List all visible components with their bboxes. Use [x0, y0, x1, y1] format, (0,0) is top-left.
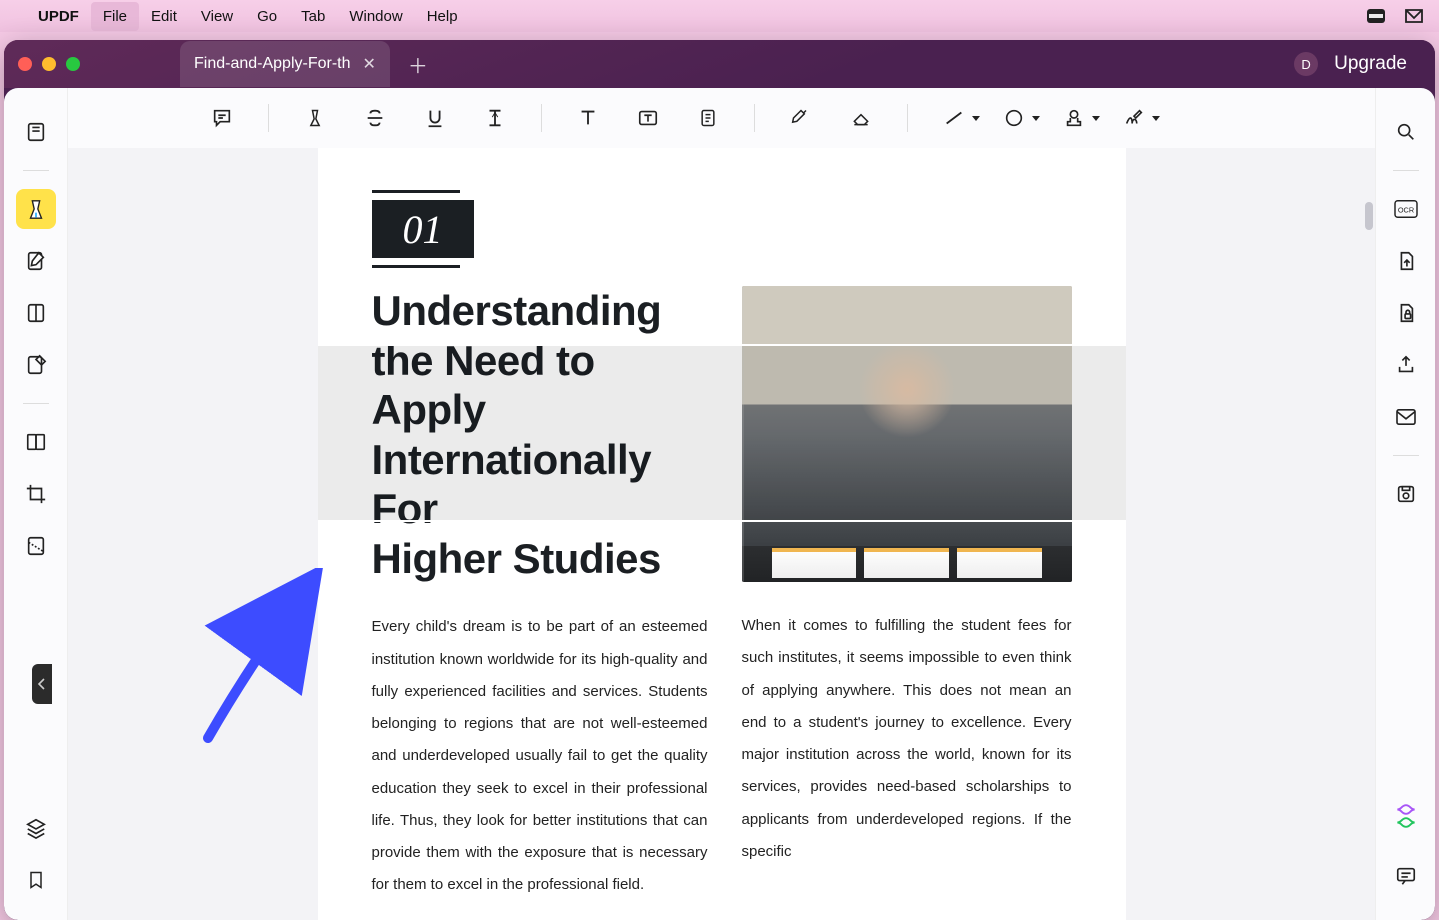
tray-item-1-icon[interactable] [1365, 7, 1387, 25]
close-window-button[interactable] [18, 57, 32, 71]
bookmark-icon[interactable] [16, 860, 56, 900]
menu-edit[interactable]: Edit [151, 8, 177, 25]
menu-go[interactable]: Go [257, 8, 277, 25]
tray-item-2-icon[interactable] [1403, 7, 1425, 25]
redact-icon[interactable] [16, 526, 56, 566]
search-icon[interactable] [1386, 112, 1426, 152]
close-tab-icon[interactable]: ✕ [363, 54, 376, 74]
page-title: Understanding the Need to Apply Internat… [372, 286, 708, 583]
text-icon[interactable] [574, 104, 602, 132]
strikethrough-icon[interactable] [361, 104, 389, 132]
body-paragraph-1: Every child's dream is to be part of an … [372, 611, 708, 901]
save-icon[interactable] [1386, 474, 1426, 514]
macos-menubar: UPDF File Edit View Go Tab Window Help [0, 0, 1439, 32]
document-page: 01 Understanding the Need to Apply Inter… [318, 148, 1126, 920]
underline-icon[interactable] [421, 104, 449, 132]
crop-icon[interactable] [16, 474, 56, 514]
note-icon[interactable] [694, 104, 722, 132]
line-icon[interactable] [940, 104, 968, 132]
comment-icon[interactable] [208, 104, 236, 132]
new-tab-button[interactable]: ＋ [408, 50, 428, 79]
minimize-window-button[interactable] [42, 57, 56, 71]
left-sidebar [4, 88, 68, 920]
shape-circle-icon[interactable] [1000, 104, 1028, 132]
right-sidebar: OCR [1375, 88, 1435, 920]
menubar-tray [1365, 7, 1425, 25]
scrollbar-thumb[interactable] [1365, 202, 1373, 230]
titlebar: Find-and-Apply-For-th ✕ ＋ D Upgrade [4, 40, 1435, 88]
document-image-1 [742, 286, 1072, 582]
body-paragraph-2: When it comes to fulfilling the student … [742, 610, 1072, 868]
highlight-tool-icon[interactable] [301, 104, 329, 132]
text-style-icon[interactable] [481, 104, 509, 132]
upgrade-button[interactable]: Upgrade [1334, 53, 1407, 75]
page-layout-icon[interactable] [16, 293, 56, 333]
avatar[interactable]: D [1294, 52, 1318, 76]
layers-icon[interactable] [16, 808, 56, 848]
sidebar-collapse-handle[interactable] [32, 664, 52, 704]
email-icon[interactable] [1386, 397, 1426, 437]
main-area: 01 Understanding the Need to Apply Inter… [68, 88, 1375, 920]
protect-lock-icon[interactable] [1386, 293, 1426, 333]
chapter-number: 01 [403, 206, 443, 253]
menu-window[interactable]: Window [349, 8, 402, 25]
document-tab[interactable]: Find-and-Apply-For-th ✕ [180, 41, 390, 87]
chat-icon[interactable] [1386, 856, 1426, 896]
menu-tab[interactable]: Tab [301, 8, 325, 25]
avatar-letter: D [1301, 57, 1310, 72]
textbox-icon[interactable] [634, 104, 662, 132]
svg-text:OCR: OCR [1397, 206, 1413, 215]
annotation-arrow-icon [188, 568, 338, 748]
eraser-icon[interactable] [847, 104, 875, 132]
zoom-window-button[interactable] [66, 57, 80, 71]
edit-page-icon[interactable] [16, 345, 56, 385]
app-name[interactable]: UPDF [38, 8, 79, 25]
pencil-icon[interactable] [787, 104, 815, 132]
highlighter-icon[interactable] [16, 189, 56, 229]
convert-icon[interactable] [1386, 241, 1426, 281]
menu-file[interactable]: File [91, 2, 139, 31]
menu-view[interactable]: View [201, 8, 233, 25]
annotation-toolbar [68, 88, 1375, 148]
tab-title: Find-and-Apply-For-th [194, 55, 351, 73]
window-controls [18, 57, 80, 71]
export-share-icon[interactable] [1386, 345, 1426, 385]
annotate-icon[interactable] [16, 241, 56, 281]
document-canvas[interactable]: 01 Understanding the Need to Apply Inter… [68, 148, 1375, 920]
compare-icon[interactable] [16, 422, 56, 462]
chapter-number-badge: 01 [372, 200, 474, 258]
stamp-icon[interactable] [1060, 104, 1088, 132]
signature-icon[interactable] [1120, 104, 1148, 132]
app-window: Find-and-Apply-For-th ✕ ＋ D Upgrade [4, 40, 1435, 920]
ocr-icon[interactable]: OCR [1386, 189, 1426, 229]
ai-assistant-icon[interactable] [1386, 796, 1426, 836]
reader-mode-icon[interactable] [16, 112, 56, 152]
menu-help[interactable]: Help [427, 8, 458, 25]
